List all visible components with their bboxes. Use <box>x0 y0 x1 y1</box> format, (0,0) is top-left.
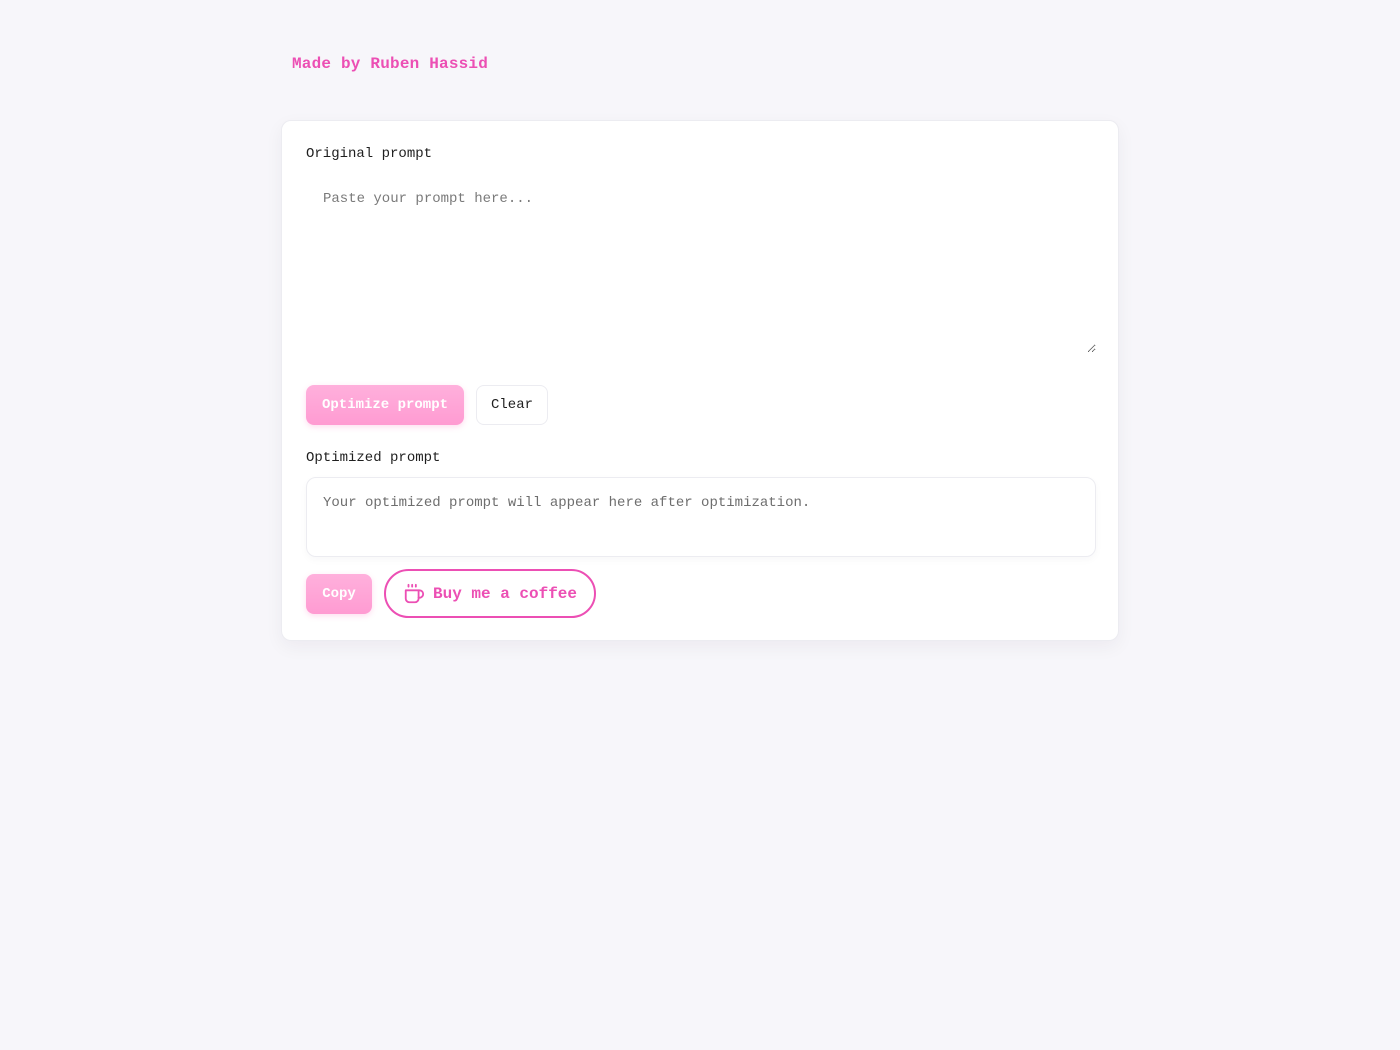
optimized-prompt-output: Your optimized prompt will appear here a… <box>306 477 1096 557</box>
optimized-prompt-label: Optimized prompt <box>306 450 441 466</box>
coffee-button-label: Buy me a coffee <box>432 584 578 603</box>
original-prompt-input[interactable] <box>306 177 1096 353</box>
made-by-credit: Made by Ruben Hassid <box>292 55 489 73</box>
optimize-prompt-button[interactable]: Optimize prompt <box>306 385 464 425</box>
prompt-optimizer-card: Original prompt Optimize prompt Clear Op… <box>281 120 1119 641</box>
coffee-cup-icon <box>403 583 425 605</box>
clear-button[interactable]: Clear <box>476 385 548 425</box>
original-prompt-label: Original prompt <box>306 146 433 162</box>
buy-me-a-coffee-button[interactable]: Buy me a coffee <box>384 569 596 618</box>
copy-button[interactable]: Copy <box>306 574 372 614</box>
